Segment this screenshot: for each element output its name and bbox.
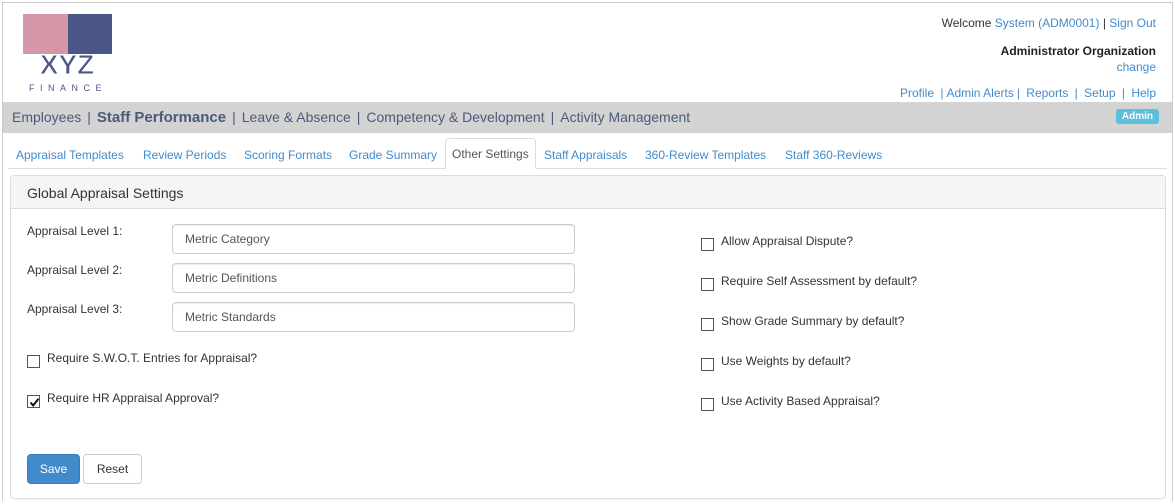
user-link[interactable]: System (ADM0001) [995,16,1100,30]
swot-entries-checkbox[interactable] [27,355,40,368]
nav-activity-management[interactable]: Activity Management [560,109,690,125]
top-links: Profile | Admin Alerts | Reports | Setup |… [899,86,1156,100]
nav-employees[interactable]: Employees [12,109,81,125]
svg-text:XYZ: XYZ [40,49,94,80]
tab-staff-appraisals[interactable]: Staff Appraisals [538,138,633,167]
appraisal-level-2-input[interactable] [172,263,575,293]
tab-scoring-formats[interactable]: Scoring Formats [238,138,338,167]
page-frame: XYZ FINANCE Welcome System (ADM0001) | S… [2,2,1173,501]
global-appraisal-settings-panel: Global Appraisal Settings Appraisal Leve… [10,175,1166,499]
activity-based-checkbox[interactable] [701,398,714,411]
nav-leave-absence[interactable]: Leave & Absence [242,109,351,125]
grade-summary-checkbox[interactable] [701,318,714,331]
self-assessment-label: Require Self Assessment by default? [721,274,918,288]
self-assessment-checkbox[interactable] [701,278,714,291]
appraisal-level-3-label: Appraisal Level 3: [27,302,123,316]
allow-dispute-checkbox[interactable] [701,238,714,251]
use-weights-checkbox[interactable] [701,358,714,371]
appraisal-level-3-input[interactable] [172,302,575,332]
sign-out-link[interactable]: Sign Out [1109,16,1156,30]
help-link[interactable]: Help [1131,86,1156,100]
activity-based-label: Use Activity Based Appraisal? [721,394,880,408]
appraisal-level-1-label: Appraisal Level 1: [27,224,123,238]
appraisal-level-2-label: Appraisal Level 2: [27,263,123,277]
save-button[interactable]: Save [27,454,80,484]
swot-entries-label: Require S.W.O.T. Entries for Appraisal? [47,351,258,365]
grade-summary-label: Show Grade Summary by default? [721,314,905,328]
change-organization-link[interactable]: change [1117,60,1156,74]
sub-tabs: Appraisal Templates Review Periods Scori… [8,138,1167,169]
tab-grade-summary[interactable]: Grade Summary [343,138,443,167]
nav-staff-performance[interactable]: Staff Performance [97,109,226,126]
appraisal-level-1-input[interactable] [172,224,575,254]
company-logo[interactable]: XYZ FINANCE [20,14,114,94]
tab-appraisal-templates[interactable]: Appraisal Templates [10,138,130,167]
tab-360-review-templates[interactable]: 360-Review Templates [639,138,772,167]
separator: | [1102,16,1106,30]
panel-title: Global Appraisal Settings [27,185,184,201]
reset-button[interactable]: Reset [83,454,142,484]
tab-review-periods[interactable]: Review Periods [137,138,232,167]
logo-icon: XYZ FINANCE [23,14,112,93]
tab-staff-360-reviews[interactable]: Staff 360-Reviews [779,138,888,167]
panel-heading: Global Appraisal Settings [11,176,1165,209]
reports-link[interactable]: Reports [1026,86,1068,100]
user-header: Welcome System (ADM0001) | Sign Out Admi… [900,15,1156,101]
allow-dispute-label: Allow Appraisal Dispute? [721,234,854,248]
use-weights-label: Use Weights by default? [721,354,851,368]
organization-name: Administrator Organization [1000,44,1156,58]
profile-link[interactable]: Profile [900,86,934,100]
welcome-label: Welcome [941,16,992,30]
role-badge: Admin [1115,109,1159,124]
tab-other-settings[interactable]: Other Settings [445,138,536,169]
svg-text:FINANCE: FINANCE [29,83,107,93]
admin-alerts-link[interactable]: Admin Alerts [946,86,1013,100]
checkmark-icon [29,398,40,408]
nav-competency-development[interactable]: Competency & Development [366,109,544,125]
hr-approval-checkbox[interactable] [27,395,40,408]
hr-approval-label: Require HR Appraisal Approval? [47,391,220,405]
setup-link[interactable]: Setup [1084,86,1115,100]
main-nav: Employees | Staff Performance | Leave & Abse… [3,102,1172,133]
